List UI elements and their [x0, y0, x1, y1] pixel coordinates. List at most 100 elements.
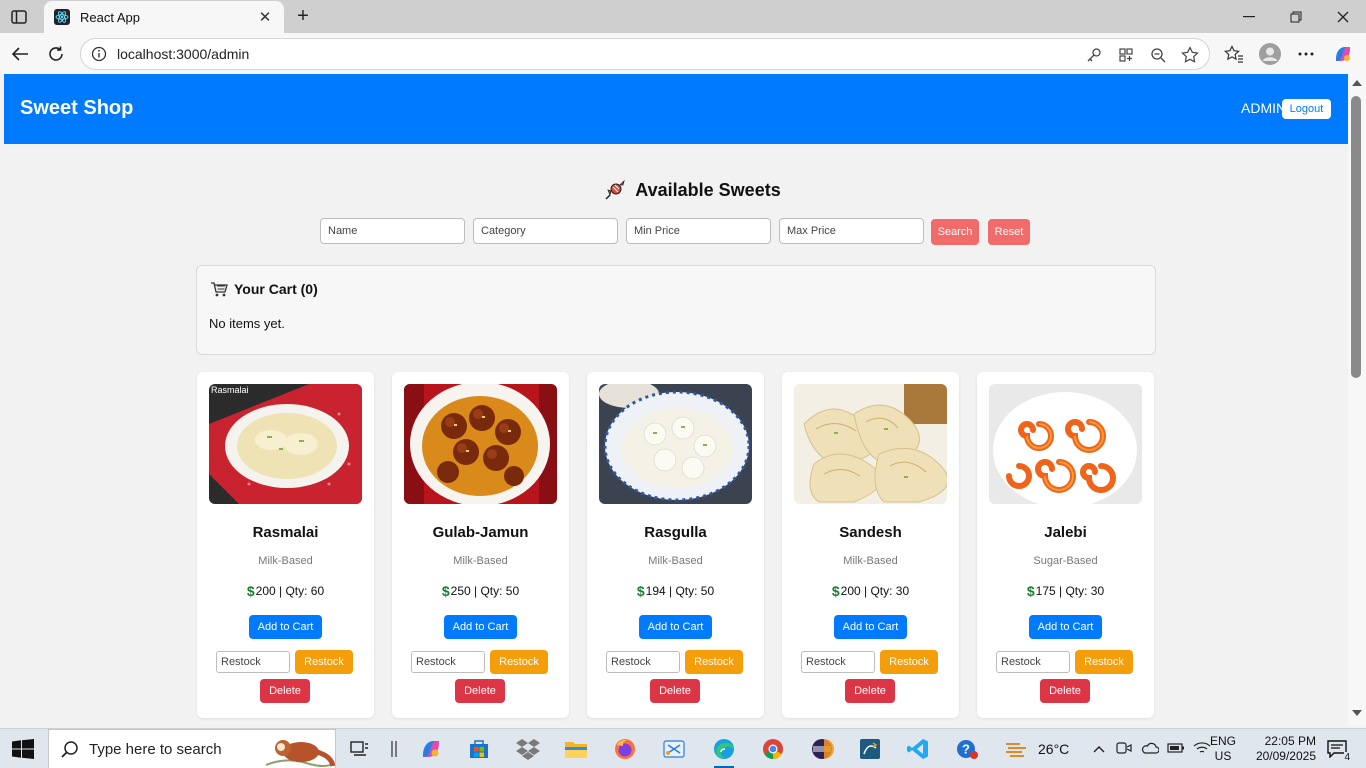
favorite-star-icon[interactable] — [1181, 46, 1199, 64]
money-icon: $ — [1026, 583, 1035, 599]
sweet-name: Rasmalai — [252, 524, 319, 541]
chrome-icon[interactable] — [759, 735, 787, 763]
restock-input[interactable] — [801, 651, 875, 673]
copilot-icon[interactable] — [1331, 42, 1355, 66]
delete-button[interactable]: Delete — [650, 679, 700, 703]
edge-browser-icon[interactable] — [710, 735, 738, 763]
max-price-input[interactable] — [779, 218, 924, 244]
minimize-icon[interactable] — [1238, 6, 1260, 28]
sweet-category: Milk-Based — [453, 555, 508, 567]
notifications-button[interactable]: 4 — [1322, 729, 1352, 768]
add-to-cart-button[interactable]: Add to Cart — [1029, 615, 1102, 639]
sweet-name: Jalebi — [1044, 524, 1087, 541]
restock-input[interactable] — [996, 651, 1070, 673]
sweet-image-caption: Rasmalai — [211, 385, 249, 395]
price-qty-text: 200 | Qty: 60 — [255, 584, 325, 598]
restock-input[interactable] — [411, 651, 485, 673]
price-qty-text: 194 | Qty: 50 — [645, 584, 715, 598]
restock-button[interactable]: Restock — [880, 650, 938, 674]
restock-button[interactable]: Restock — [685, 650, 743, 674]
battery-icon[interactable] — [1166, 742, 1186, 757]
money-icon: $ — [636, 583, 645, 599]
money-icon: $ — [246, 583, 255, 599]
scroll-down-icon[interactable] — [1352, 710, 1362, 716]
apps-icon[interactable] — [1117, 46, 1135, 64]
clock[interactable]: 22:05 PM 20/09/2025 — [1248, 729, 1316, 768]
candy-icon — [605, 179, 626, 200]
svg-text:?: ? — [962, 742, 970, 757]
scrollbar-thumb[interactable] — [1351, 96, 1361, 378]
firefox-icon[interactable] — [611, 735, 639, 763]
refresh-icon[interactable] — [44, 42, 68, 66]
task-view-icon[interactable] — [346, 735, 374, 763]
logout-button[interactable]: Logout — [1282, 99, 1331, 119]
microsoft-store-icon[interactable] — [465, 735, 493, 763]
back-icon[interactable] — [8, 42, 32, 66]
delete-button[interactable]: Delete — [845, 679, 895, 703]
weather-icon — [1006, 743, 1026, 757]
add-to-cart-button[interactable]: Add to Cart — [639, 615, 712, 639]
add-to-cart-button[interactable]: Add to Cart — [249, 615, 322, 639]
profile-avatar[interactable] — [1258, 42, 1282, 66]
sweet-category: Milk-Based — [648, 555, 703, 567]
new-tab-icon[interactable]: + — [292, 5, 314, 27]
site-info-icon[interactable] — [91, 46, 107, 62]
restock-button[interactable]: Restock — [295, 650, 353, 674]
address-bar[interactable]: localhost:3000/admin — [80, 38, 1210, 70]
copilot-app-icon[interactable] — [417, 735, 445, 763]
money-icon: $ — [831, 583, 840, 599]
delete-button[interactable]: Delete — [1040, 679, 1090, 703]
add-to-cart-button[interactable]: Add to Cart — [444, 615, 517, 639]
tab-title: React App — [80, 9, 140, 25]
vscode-icon[interactable] — [904, 735, 932, 763]
show-hidden-icons-icon[interactable] — [1090, 742, 1108, 756]
windows-start-icon[interactable] — [12, 739, 34, 759]
snipping-tool-icon[interactable] — [660, 735, 688, 763]
delete-button[interactable]: Delete — [260, 679, 310, 703]
restock-input[interactable] — [606, 651, 680, 673]
name-filter-input[interactable] — [320, 218, 465, 244]
widgets-divider-icon[interactable] — [380, 735, 408, 763]
help-app-icon[interactable]: ? — [953, 735, 981, 763]
sweet-image-sandesh — [794, 384, 947, 504]
restock-button[interactable]: Restock — [1075, 650, 1133, 674]
scroll-up-icon[interactable] — [1352, 80, 1362, 86]
restore-icon[interactable] — [1285, 6, 1307, 28]
restock-input[interactable] — [216, 651, 290, 673]
cart-title-text: Your Cart (0) — [234, 281, 318, 297]
key-icon[interactable] — [1085, 46, 1103, 64]
red-panda-illustration — [261, 730, 335, 768]
close-window-icon[interactable] — [1332, 6, 1354, 28]
meet-now-icon[interactable] — [1114, 741, 1134, 758]
language-indicator[interactable]: ENG US — [1210, 729, 1236, 768]
money-icon: $ — [441, 583, 450, 599]
reset-button[interactable]: Reset — [988, 219, 1030, 245]
restock-button[interactable]: Restock — [490, 650, 548, 674]
taskbar-search-placeholder: Type here to search — [89, 740, 222, 758]
file-explorer-icon[interactable] — [562, 735, 590, 763]
eclipse-icon[interactable] — [808, 735, 836, 763]
delete-button[interactable]: Delete — [455, 679, 505, 703]
category-filter-input[interactable] — [473, 218, 618, 244]
min-price-input[interactable] — [626, 218, 771, 244]
add-to-cart-button[interactable]: Add to Cart — [834, 615, 907, 639]
browser-tab[interactable]: React App ✕ — [44, 1, 284, 33]
sweet-image-jalebi — [989, 384, 1142, 504]
onedrive-icon[interactable] — [1140, 742, 1160, 757]
mysql-workbench-icon[interactable] — [856, 735, 884, 763]
taskbar-search[interactable]: Type here to search — [48, 729, 336, 768]
zoom-out-icon[interactable] — [1149, 46, 1167, 64]
dropbox-icon[interactable] — [514, 735, 542, 763]
region-code: US — [1214, 749, 1232, 763]
more-menu-icon[interactable] — [1294, 42, 1318, 66]
close-tab-icon[interactable]: ✕ — [256, 8, 274, 26]
favorites-icon[interactable] — [1222, 42, 1246, 66]
wifi-icon[interactable] — [1192, 741, 1212, 758]
weather-widget[interactable]: 26°C — [1004, 729, 1069, 768]
sweet-card: Rasmalai Rasmalai Milk-Based $200 | Qty:… — [197, 372, 374, 718]
search-button[interactable]: Search — [931, 219, 979, 245]
cart-icon — [211, 282, 228, 297]
tab-actions-icon[interactable] — [8, 6, 30, 28]
brand-title[interactable]: Sweet Shop — [20, 97, 133, 120]
page-scrollbar[interactable] — [1348, 74, 1366, 726]
